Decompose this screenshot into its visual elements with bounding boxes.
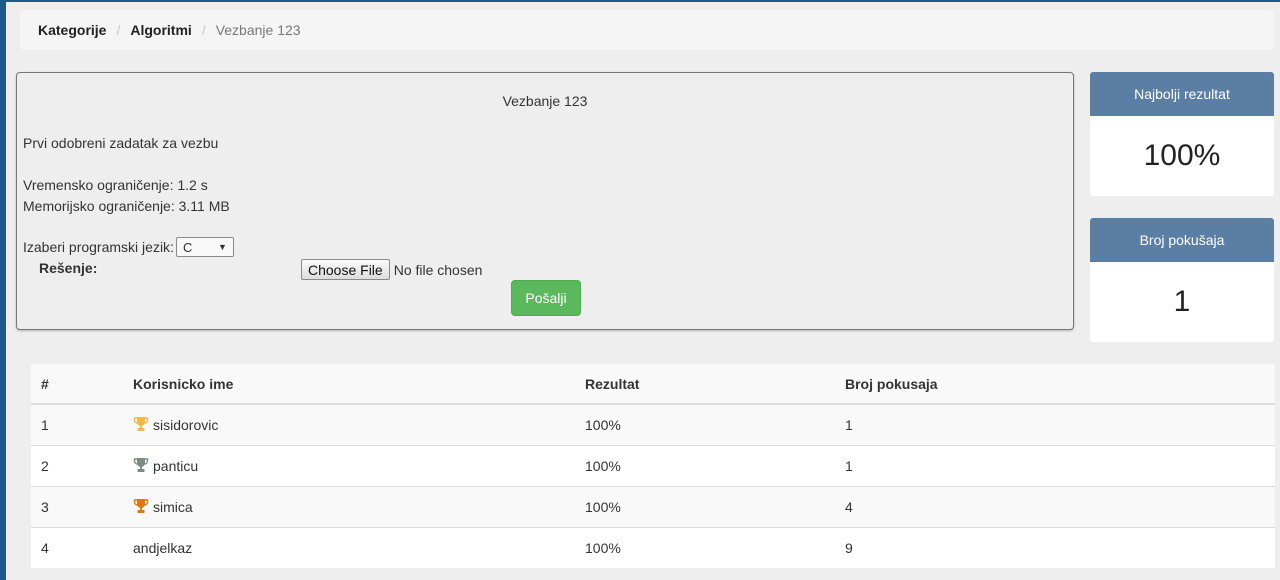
silver-trophy-icon [133, 458, 149, 472]
cell-rank: 2 [31, 444, 123, 486]
breadcrumb-algoritmi-link[interactable]: Algoritmi [130, 22, 191, 38]
cell-attempts: 1 [835, 403, 1275, 445]
cell-rank: 4 [31, 526, 123, 568]
username: andjelkaz [133, 539, 193, 556]
language-selected-value: C [182, 239, 193, 255]
breadcrumb: Kategorije / Algoritmi / Vezbanje 123 [20, 10, 1274, 50]
username: panticu [153, 458, 199, 474]
best-score-card: Najbolji rezultat 100% [1090, 72, 1274, 196]
username: sisidorovic [153, 417, 219, 434]
cell-rank: 1 [31, 403, 123, 445]
breadcrumb-separator: / [201, 22, 206, 38]
choose-file-button[interactable]: Choose File [301, 259, 390, 280]
username: simica [153, 499, 193, 515]
cell-attempts: 1 [835, 444, 1275, 486]
language-select[interactable]: C ▼ [175, 237, 234, 257]
cell-username: andjelkaz [123, 526, 575, 568]
table-row: 4 andjelkaz 100% 9 [31, 526, 1275, 568]
cell-attempts: 9 [835, 526, 1275, 568]
header-score: Rezultat [575, 364, 835, 405]
table-row: 2 panticu 100% 1 [31, 444, 1275, 486]
cell-score: 100% [575, 485, 835, 527]
cell-username: panticu [123, 444, 575, 486]
bronze-trophy-icon [133, 499, 149, 513]
results-table: # Korisnicko ime Rezultat Broj pokusaja … [31, 364, 1275, 568]
table-row: 3 simica 100% 4 [31, 485, 1275, 527]
breadcrumb-current: Vezbanje 123 [215, 22, 301, 38]
task-title: Vezbanje 123 [502, 93, 588, 109]
cell-score: 100% [575, 444, 835, 486]
app-frame: Kategorije / Algoritmi / Vezbanje 123 Ve… [0, 0, 1280, 580]
file-upload-row: Choose File No file chosen [301, 259, 482, 280]
cell-attempts: 4 [835, 485, 1275, 527]
attempts-title: Broj pokušaja [1090, 218, 1274, 262]
cell-username: sisidorovic [123, 403, 575, 445]
best-score-value: 100% [1143, 139, 1221, 172]
language-row: Izaberi programski jezik: C ▼ [23, 237, 234, 257]
cell-username: simica [123, 485, 575, 527]
dropdown-arrow-icon: ▼ [218, 242, 227, 252]
time-limit: Vremensko ograničenje: 1.2 s [23, 177, 208, 193]
memory-limit: Memorijsko ograničenje: 3.11 MB [23, 198, 230, 214]
cell-score: 100% [575, 403, 835, 445]
gold-trophy-icon [133, 417, 149, 432]
best-score-title: Najbolji rezultat [1090, 72, 1274, 116]
header-attempts: Broj pokusaja [835, 364, 1275, 405]
attempts-value: 1 [1173, 285, 1191, 318]
breadcrumb-kategorije-link[interactable]: Kategorije [38, 22, 106, 38]
attempts-card: Broj pokušaja 1 [1090, 218, 1274, 342]
file-status: No file chosen [393, 261, 483, 278]
solution-label: Rešenje: [39, 260, 98, 276]
task-panel: Vezbanje 123 Prvi odobreni zadatak za ve… [16, 72, 1074, 330]
table-row: 1 sisidorovic 100% 1 [31, 403, 1275, 445]
table-header-row: # Korisnicko ime Rezultat Broj pokusaja [31, 364, 1275, 405]
language-label: Izaberi programski jezik: [23, 239, 174, 255]
submit-button[interactable]: Pošalji [511, 280, 581, 316]
header-username: Korisnicko ime [123, 364, 575, 405]
breadcrumb-separator: / [116, 22, 121, 38]
task-description: Prvi odobreni zadatak za vezbu [23, 135, 219, 151]
header-rank: # [31, 364, 123, 405]
cell-score: 100% [575, 526, 835, 568]
cell-rank: 3 [31, 485, 123, 527]
